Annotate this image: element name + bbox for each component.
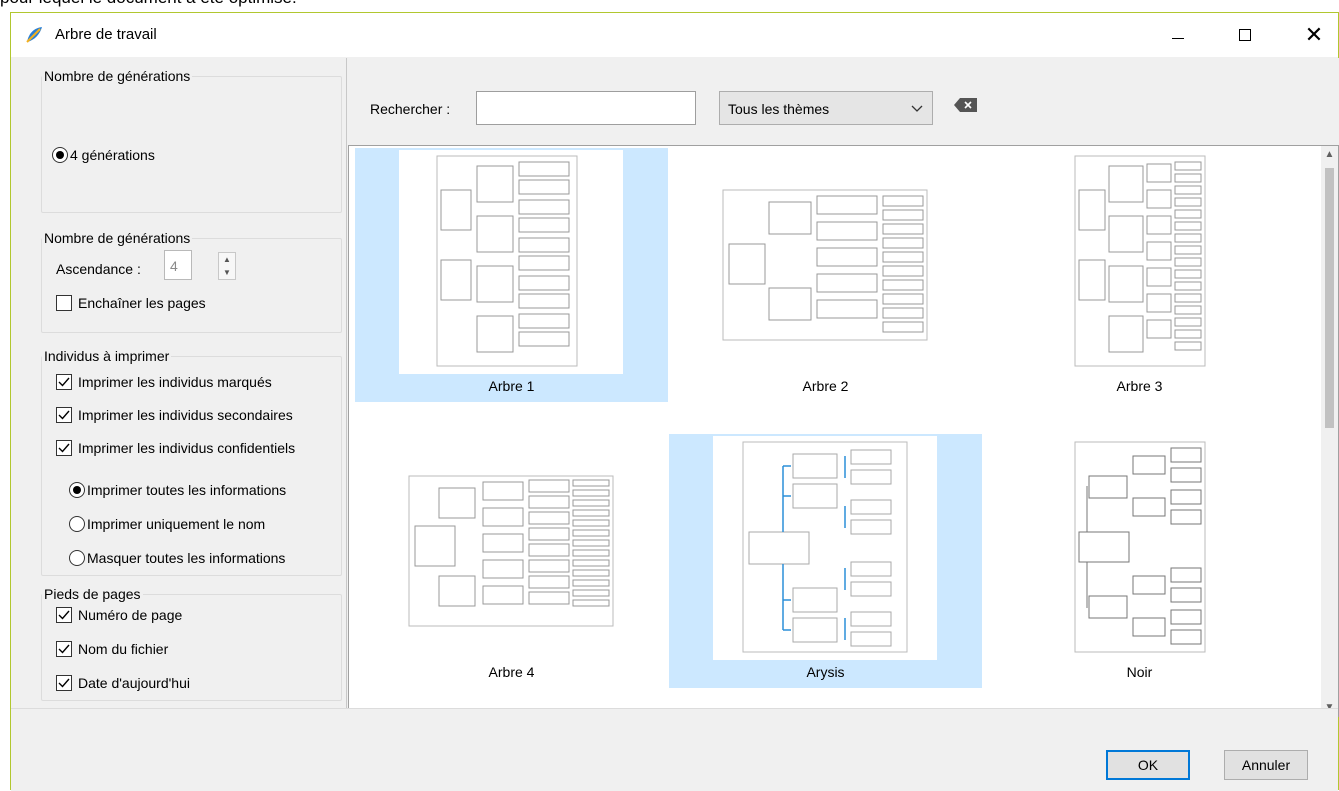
button-bar: OK Annuler xyxy=(11,708,1338,791)
theme-select-value: Tous les thèmes xyxy=(728,101,830,117)
print-secondary-checkbox[interactable] xyxy=(56,407,72,423)
search-label: Rechercher : xyxy=(370,101,451,117)
ascendance-label: Ascendance : xyxy=(56,261,141,277)
minimize-button[interactable] xyxy=(1155,13,1201,57)
window-title: Arbre de travail xyxy=(55,26,157,43)
theme-gallery: Arbre 1 Arbre 2 Arbre 3 Arbre 4 Arysis N… xyxy=(348,145,1339,717)
todays-date-checkbox[interactable] xyxy=(56,675,72,691)
tree-thumbnail-icon xyxy=(713,150,937,374)
theme-tile-label: Arbre 2 xyxy=(802,378,849,394)
scrollbar-thumb[interactable] xyxy=(1325,168,1334,428)
individuals-legend: Individus à imprimer xyxy=(44,348,170,364)
theme-select[interactable]: Tous les thèmes xyxy=(719,91,933,125)
theme-tile-arbre-2[interactable]: Arbre 2 xyxy=(669,148,982,402)
footers-legend: Pieds de pages xyxy=(44,586,141,602)
four-generations-label[interactable]: 4 générations xyxy=(70,147,155,163)
divider xyxy=(11,708,1338,709)
tree-thumbnail-icon xyxy=(399,150,623,374)
scroll-up-icon[interactable]: ▲ xyxy=(1321,146,1338,163)
check-icon xyxy=(58,644,70,654)
check-icon xyxy=(58,410,70,420)
app-leaf-icon xyxy=(26,27,42,43)
print-all-info-label[interactable]: Imprimer toutes les informations xyxy=(87,482,286,498)
options-panel: Nombre de générations 4 générations Nomb… xyxy=(12,58,347,708)
clear-search-icon[interactable] xyxy=(953,96,979,114)
theme-tile-arbre-3[interactable]: Arbre 3 xyxy=(983,148,1296,402)
gallery-scrollbar[interactable]: ▲ ▼ xyxy=(1321,146,1338,716)
tree-thumbnail-icon xyxy=(1027,436,1251,660)
tree-thumbnail-icon xyxy=(399,436,623,660)
page-number-checkbox[interactable] xyxy=(56,607,72,623)
theme-tile-arbre-1[interactable]: Arbre 1 xyxy=(355,148,668,402)
background-caption: pour lequel le document a été optimisé. xyxy=(0,0,297,8)
close-button[interactable]: ✕ xyxy=(1291,13,1337,57)
print-marked-checkbox[interactable] xyxy=(56,374,72,390)
tree-thumbnail-icon xyxy=(1027,150,1251,374)
check-icon xyxy=(58,610,70,620)
generations-group: Nombre de générations xyxy=(41,68,342,213)
theme-tile-label: Arbre 3 xyxy=(1116,378,1163,394)
search-input[interactable] xyxy=(476,91,696,125)
chain-pages-checkbox[interactable] xyxy=(56,295,72,311)
close-icon: ✕ xyxy=(1304,22,1324,47)
ascendance-stepper[interactable]: ▲ ▼ xyxy=(218,252,236,280)
dialog-window: Arbre de travail ✕ Nombre de générations… xyxy=(10,12,1339,791)
print-confidential-label[interactable]: Imprimer les individus confidentiels xyxy=(78,440,295,456)
tree-thumbnail-icon xyxy=(713,436,937,660)
maximize-icon xyxy=(1239,29,1251,41)
print-name-only-radio[interactable] xyxy=(69,516,85,532)
file-name-label[interactable]: Nom du fichier xyxy=(78,641,168,657)
hide-all-info-label[interactable]: Masquer toutes les informations xyxy=(87,550,285,566)
generations-count-group: Nombre de générations xyxy=(41,230,342,333)
hide-all-info-radio[interactable] xyxy=(69,550,85,566)
file-name-checkbox[interactable] xyxy=(56,641,72,657)
ok-button[interactable]: OK xyxy=(1106,750,1190,780)
generations-count-legend: Nombre de générations xyxy=(44,230,191,246)
theme-tile-label: Arbre 4 xyxy=(488,664,535,680)
stepper-up-icon[interactable]: ▲ xyxy=(219,253,235,266)
generations-legend: Nombre de générations xyxy=(44,68,191,84)
print-secondary-label[interactable]: Imprimer les individus secondaires xyxy=(78,407,293,423)
cancel-button[interactable]: Annuler xyxy=(1224,750,1308,780)
ascendance-input[interactable]: 4 xyxy=(164,250,192,280)
print-name-only-label[interactable]: Imprimer uniquement le nom xyxy=(87,516,265,532)
chevron-down-icon xyxy=(911,105,923,112)
theme-tile-arysis[interactable]: Arysis xyxy=(669,434,982,688)
four-generations-radio[interactable] xyxy=(52,147,68,163)
check-icon xyxy=(58,678,70,688)
title-bar: Arbre de travail ✕ xyxy=(11,13,1338,57)
check-icon xyxy=(58,443,70,453)
minimize-icon xyxy=(1172,37,1184,39)
print-marked-label[interactable]: Imprimer les individus marqués xyxy=(78,374,272,390)
todays-date-label[interactable]: Date d'aujourd'hui xyxy=(78,675,190,691)
theme-tile-arbre-4[interactable]: Arbre 4 xyxy=(355,434,668,688)
print-confidential-checkbox[interactable] xyxy=(56,440,72,456)
theme-panel: Rechercher : Tous les thèmes Arbre 1 Arb… xyxy=(348,58,1339,742)
page-number-label[interactable]: Numéro de page xyxy=(78,607,182,623)
maximize-button[interactable] xyxy=(1222,13,1268,57)
theme-tile-label: Noir xyxy=(1126,664,1153,680)
check-icon xyxy=(58,377,70,387)
stepper-down-icon[interactable]: ▼ xyxy=(219,266,235,279)
ascendance-value: 4 xyxy=(170,258,178,274)
chain-pages-label[interactable]: Enchaîner les pages xyxy=(78,295,206,311)
theme-tile-noir[interactable]: Noir xyxy=(983,434,1296,688)
theme-tile-label: Arysis xyxy=(806,664,845,680)
theme-tile-label: Arbre 1 xyxy=(488,378,535,394)
print-all-info-radio[interactable] xyxy=(69,482,85,498)
